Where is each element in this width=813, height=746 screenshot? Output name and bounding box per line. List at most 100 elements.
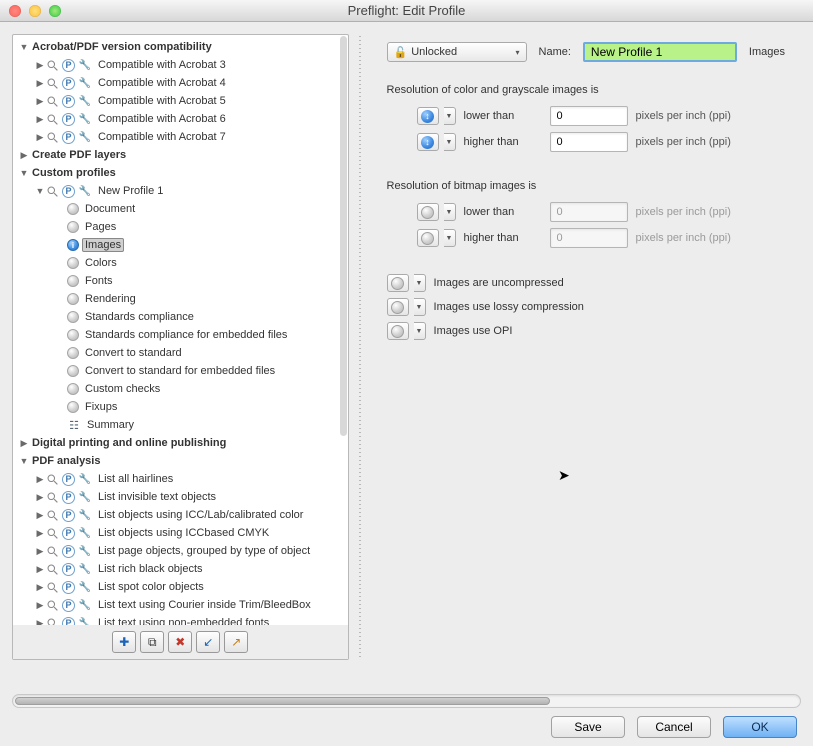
scrollbar-thumb[interactable] [15, 697, 550, 705]
delete-button[interactable]: ✖ [168, 631, 192, 653]
status-dropdown[interactable]: ▼ [444, 203, 456, 221]
lock-state-select[interactable]: 🔓Unlocked ▾ [387, 42, 527, 62]
tree-item[interactable]: ▶P🔧List objects using ICCbased CMYK [19, 524, 348, 542]
status-toggle[interactable] [417, 203, 439, 221]
tree-child-item[interactable]: Pages [19, 218, 348, 236]
status-toggle[interactable]: ↕ [417, 133, 439, 151]
tree-child-item[interactable]: Custom checks [19, 380, 348, 398]
cancel-button[interactable]: Cancel [637, 716, 711, 738]
panel-divider[interactable] [359, 36, 361, 658]
tree-item[interactable]: ▶P🔧Compatible with Acrobat 6 [19, 110, 348, 128]
tree-child-item[interactable]: ☷Summary [19, 416, 348, 434]
disclosure-closed-icon[interactable]: ▶ [35, 510, 45, 521]
window-close-button[interactable] [9, 5, 21, 17]
color-lower-input[interactable] [550, 106, 628, 126]
tree-item[interactable]: ▶P🔧List text using Courier inside Trim/B… [19, 596, 348, 614]
add-button[interactable]: ✚ [112, 631, 136, 653]
disclosure-closed-icon[interactable]: ▶ [35, 564, 45, 575]
export-button[interactable]: ↗ [224, 631, 248, 653]
status-toggle[interactable] [417, 229, 439, 247]
import-button[interactable]: ↙ [196, 631, 220, 653]
tree-child-item[interactable]: Fonts [19, 272, 348, 290]
tree-item[interactable]: ▶P🔧Compatible with Acrobat 3 [19, 56, 348, 74]
disclosure-closed-icon[interactable]: ▶ [35, 492, 45, 503]
tree-child-item[interactable]: Convert to standard for embedded files [19, 362, 348, 380]
status-toggle[interactable] [387, 322, 409, 340]
tree-item[interactable]: ▶P🔧List text using non-embedded fonts [19, 614, 348, 625]
status-dropdown[interactable]: ▼ [444, 133, 456, 151]
profile-p-icon: P [62, 95, 75, 108]
profile-name-input[interactable] [583, 42, 737, 62]
tree-profile-new-profile-1[interactable]: ▼ P 🔧 New Profile 1 [19, 182, 348, 200]
disclosure-closed-icon[interactable]: ▶ [35, 60, 45, 71]
dot-icon [67, 257, 79, 269]
disclosure-closed-icon[interactable]: ▶ [35, 528, 45, 539]
ok-button[interactable]: OK [723, 716, 797, 738]
status-dropdown[interactable]: ▼ [444, 107, 456, 125]
tree-child-item[interactable]: Rendering [19, 290, 348, 308]
profile-p-icon: P [62, 581, 75, 594]
magnifier-icon [45, 94, 59, 108]
tree-item[interactable]: ▶P🔧List spot color objects [19, 578, 348, 596]
profile-p-icon: P [62, 131, 75, 144]
tree-child-item[interactable]: iImages [19, 236, 348, 254]
status-dropdown[interactable]: ▼ [414, 274, 426, 292]
dot-icon [67, 311, 79, 323]
disclosure-open-icon[interactable]: ▼ [19, 42, 29, 52]
status-toggle[interactable] [387, 298, 409, 316]
tree-item[interactable]: ▶P🔧List invisible text objects [19, 488, 348, 506]
bitmap-lower-input[interactable] [550, 202, 628, 222]
magnifier-icon [45, 544, 59, 558]
tree-group-pdf-analysis[interactable]: ▼ PDF analysis [19, 452, 348, 470]
bitmap-higher-input[interactable] [550, 228, 628, 248]
window-zoom-button[interactable] [49, 5, 61, 17]
tree-child-item[interactable]: Document [19, 200, 348, 218]
disclosure-closed-icon[interactable]: ▶ [19, 150, 29, 161]
disclosure-closed-icon[interactable]: ▶ [35, 132, 45, 143]
tree-child-item[interactable]: Standards compliance for embedded files [19, 326, 348, 344]
tree-child-item[interactable]: Fixups [19, 398, 348, 416]
disclosure-closed-icon[interactable]: ▶ [35, 546, 45, 557]
tree-item[interactable]: ▶P🔧List objects using ICC/Lab/calibrated… [19, 506, 348, 524]
unlock-icon: 🔓 [394, 46, 408, 59]
tree-child-item[interactable]: Standards compliance [19, 308, 348, 326]
disclosure-closed-icon[interactable]: ▶ [19, 438, 29, 449]
tree-child-item[interactable]: Convert to standard [19, 344, 348, 362]
tree-group-create-layers[interactable]: ▶ Create PDF layers [19, 146, 348, 164]
status-dropdown[interactable]: ▼ [414, 298, 426, 316]
disclosure-closed-icon[interactable]: ▶ [35, 96, 45, 107]
dropdown-arrows-icon: ▾ [516, 48, 520, 57]
status-toggle[interactable]: ↕ [417, 107, 439, 125]
disclosure-closed-icon[interactable]: ▶ [35, 78, 45, 89]
status-dropdown[interactable]: ▼ [414, 322, 426, 340]
tree-group-custom[interactable]: ▼ Custom profiles [19, 164, 348, 182]
tree-group-acrobat[interactable]: ▼ Acrobat/PDF version compatibility [19, 38, 348, 56]
profile-p-icon: P [62, 527, 75, 540]
tree-group-digital[interactable]: ▶ Digital printing and online publishing [19, 434, 348, 452]
tree-item[interactable]: ▶P🔧List all hairlines [19, 470, 348, 488]
tree-child-item[interactable]: Colors [19, 254, 348, 272]
magnifier-icon [45, 598, 59, 612]
disclosure-open-icon[interactable]: ▼ [19, 168, 29, 178]
horizontal-scrollbar[interactable] [12, 694, 801, 708]
disclosure-closed-icon[interactable]: ▶ [35, 582, 45, 593]
save-button[interactable]: Save [551, 716, 625, 738]
tree-item[interactable]: ▶P🔧List page objects, grouped by type of… [19, 542, 348, 560]
wrench-icon: 🔧 [78, 508, 92, 522]
disclosure-closed-icon[interactable]: ▶ [35, 474, 45, 485]
disclosure-open-icon[interactable]: ▼ [35, 186, 45, 196]
tree-item[interactable]: ▶P🔧Compatible with Acrobat 7 [19, 128, 348, 146]
tree-item[interactable]: ▶P🔧Compatible with Acrobat 4 [19, 74, 348, 92]
tree-scrollbar[interactable] [340, 36, 347, 436]
color-higher-input[interactable] [550, 132, 628, 152]
disclosure-closed-icon[interactable]: ▶ [35, 600, 45, 611]
status-toggle[interactable] [387, 274, 409, 292]
tree-item[interactable]: ▶P🔧Compatible with Acrobat 5 [19, 92, 348, 110]
disclosure-closed-icon[interactable]: ▶ [35, 618, 45, 626]
disclosure-closed-icon[interactable]: ▶ [35, 114, 45, 125]
duplicate-button[interactable]: ⧉ [140, 631, 164, 653]
window-minimize-button[interactable] [29, 5, 41, 17]
status-dropdown[interactable]: ▼ [444, 229, 456, 247]
tree-item[interactable]: ▶P🔧List rich black objects [19, 560, 348, 578]
disclosure-open-icon[interactable]: ▼ [19, 456, 29, 466]
